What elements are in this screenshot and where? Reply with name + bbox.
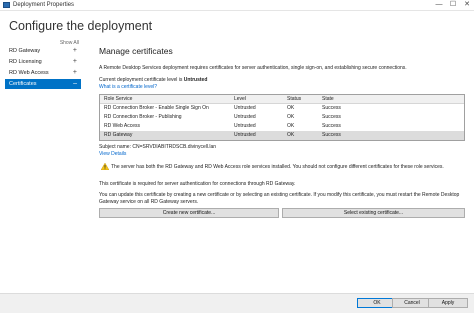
subject-name: Subject name: CN=SRVDIABITRDSCB.divinyce… (99, 144, 217, 150)
warning-icon (101, 163, 109, 170)
table-row[interactable]: RD Web Access Untrusted OK Success (100, 122, 464, 131)
cell-status: OK (287, 114, 295, 120)
cell-status: OK (287, 132, 295, 138)
sidebar-item-certificates[interactable]: Certificates – (5, 79, 81, 89)
cancel-button[interactable]: Cancel (392, 298, 432, 308)
certificate-level-label: Current deployment certificate level is (99, 77, 183, 83)
minimize-icon[interactable]: — (432, 0, 446, 10)
cell-state: Success (322, 123, 341, 129)
sidebar: Show All RD Gateway + RD Licensing + RD … (0, 36, 84, 293)
cell-level: Untrusted (234, 132, 256, 138)
warning-text: The server has both the RD Gateway and R… (111, 164, 444, 170)
view-details-link[interactable]: View Details (99, 151, 126, 157)
certificate-level-help-link[interactable]: What is a certificate level? (99, 84, 157, 90)
column-header-level[interactable]: Level (234, 95, 246, 104)
cell-level: Untrusted (234, 105, 256, 111)
sidebar-item-rd-web-access[interactable]: RD Web Access + (5, 68, 81, 78)
sidebar-item-rd-licensing[interactable]: RD Licensing + (5, 57, 81, 67)
app-icon (3, 2, 10, 8)
sidebar-item-label: RD Licensing (9, 59, 42, 65)
sidebar-item-label: Certificates (9, 81, 37, 87)
table-row[interactable]: RD Connection Broker - Publishing Untrus… (100, 113, 464, 122)
certificate-level-text: Current deployment certificate level is … (99, 77, 207, 83)
table-header: Role Service Level Status State (100, 95, 464, 104)
certificate-level-value: Untrusted (183, 77, 208, 83)
close-icon[interactable]: ✕ (460, 0, 474, 10)
cell-level: Untrusted (234, 123, 256, 129)
sidebar-item-label: RD Gateway (9, 48, 41, 54)
cell-role-service: RD Gateway (104, 132, 133, 138)
cell-role-service: RD Connection Broker - Publishing (104, 114, 182, 120)
window-titlebar: Deployment Properties — ☐ ✕ (0, 0, 474, 11)
collapse-icon[interactable]: – (73, 79, 77, 89)
cell-status: OK (287, 123, 295, 129)
requirement-text: This certificate is required for server … (99, 181, 296, 187)
apply-button[interactable]: Apply (428, 298, 468, 308)
certificates-table: Role Service Level Status State RD Conne… (99, 94, 465, 141)
cell-status: OK (287, 105, 295, 111)
expand-icon[interactable]: + (73, 57, 77, 67)
cell-state: Success (322, 105, 341, 111)
description-text: A Remote Desktop Services deployment req… (99, 65, 407, 71)
create-new-certificate-button[interactable]: Create new certificate... (99, 208, 279, 218)
ok-button[interactable]: OK (357, 298, 397, 308)
window-title: Deployment Properties (13, 2, 75, 8)
column-header-state[interactable]: State (322, 95, 334, 104)
page-title: Configure the deployment (9, 19, 153, 33)
page-header: Configure the deployment (0, 11, 474, 36)
section-heading: Manage certificates (99, 46, 173, 56)
expand-icon[interactable]: + (73, 46, 77, 56)
select-existing-certificate-button[interactable]: Select existing certificate... (282, 208, 465, 218)
maximize-icon[interactable]: ☐ (446, 0, 460, 10)
cell-role-service: RD Connection Broker - Enable Single Sig… (104, 105, 209, 111)
sidebar-item-label: RD Web Access (9, 70, 49, 76)
update-instructions: You can update this certificate by creat… (99, 192, 460, 205)
column-header-status[interactable]: Status (287, 95, 301, 104)
dialog-footer: OK Cancel Apply (0, 293, 474, 313)
main-panel: Manage certificates A Remote Desktop Ser… (94, 36, 466, 293)
cell-state: Success (322, 132, 341, 138)
cell-level: Untrusted (234, 114, 256, 120)
sidebar-item-rd-gateway[interactable]: RD Gateway + (5, 46, 81, 56)
cell-state: Success (322, 114, 341, 120)
column-header-role-service[interactable]: Role Service (104, 95, 132, 104)
cell-role-service: RD Web Access (104, 123, 141, 129)
table-row-selected[interactable]: RD Gateway Untrusted OK Success (100, 131, 464, 140)
expand-icon[interactable]: + (73, 68, 77, 78)
table-row[interactable]: RD Connection Broker - Enable Single Sig… (100, 104, 464, 113)
